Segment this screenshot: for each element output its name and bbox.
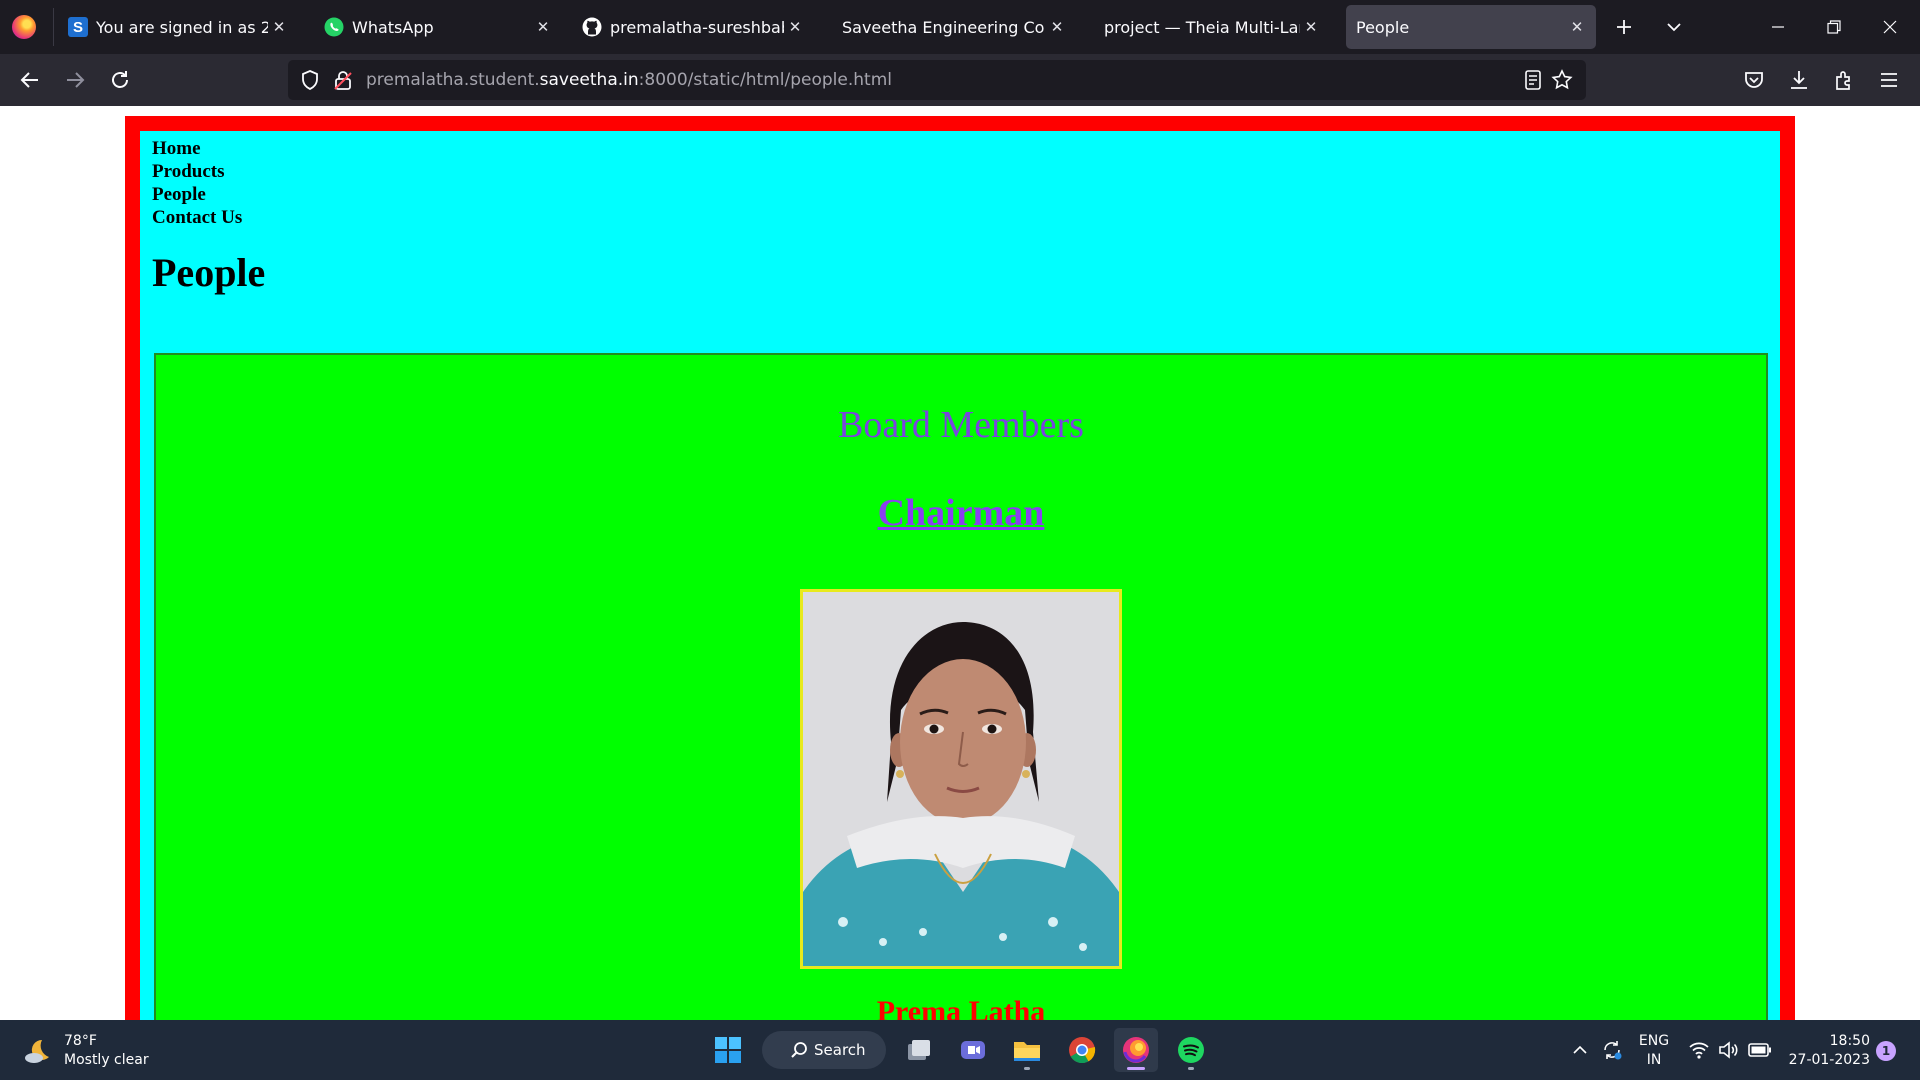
url-text: premalatha.student.saveetha.in:8000/stat… <box>366 70 892 90</box>
close-tab-icon[interactable]: ✕ <box>1300 18 1322 36</box>
downloads-icon[interactable] <box>1781 62 1817 98</box>
tab-separator <box>53 8 54 46</box>
page-viewport: Home Products People Contact Us People B… <box>0 106 1920 1020</box>
battery-icon[interactable] <box>1746 1020 1774 1080</box>
input-language-indicator[interactable]: ENG IN <box>1636 1032 1672 1070</box>
close-tab-icon[interactable]: ✕ <box>784 18 806 36</box>
reload-icon[interactable] <box>102 62 138 98</box>
whatsapp-icon <box>324 17 344 37</box>
list-all-tabs-chevron-icon[interactable] <box>1654 5 1694 49</box>
spotify-icon[interactable] <box>1169 1028 1213 1072</box>
s-letter-icon: S <box>68 17 88 37</box>
tab-title: project — Theia Multi-Language <box>1104 17 1300 37</box>
wifi-icon[interactable] <box>1686 1020 1712 1080</box>
reader-view-icon[interactable] <box>1521 68 1545 92</box>
system-clock[interactable]: 18:50 27-01-2023 <box>1780 1032 1870 1070</box>
close-tab-icon[interactable]: ✕ <box>268 18 290 36</box>
chairman-link[interactable]: Chairman <box>878 492 1045 534</box>
weather-temperature: 78°F <box>64 1033 97 1049</box>
forward-arrow-icon[interactable] <box>57 62 93 98</box>
url-bar[interactable]: premalatha.student.saveetha.in:8000/stat… <box>288 60 1586 100</box>
sync-icon[interactable] <box>1598 1020 1626 1080</box>
board-members-panel: Board Members Chairman Prema Latha <box>154 353 1768 1020</box>
nav-link-products[interactable]: Products <box>152 160 242 183</box>
page-container: Home Products People Contact Us People B… <box>125 116 1795 1020</box>
github-icon <box>582 17 602 37</box>
tab-title: Saveetha Engineering College <box>842 17 1046 37</box>
firefox-icon[interactable] <box>1114 1028 1158 1072</box>
tab-title: You are signed in as 2200939 <box>96 17 268 37</box>
member-photo <box>800 589 1122 969</box>
tab-github[interactable]: premalatha-sureshbabu/project ✕ <box>574 5 814 49</box>
moon-cloud-icon <box>25 1039 49 1063</box>
taskbar-search[interactable]: Search <box>762 1031 886 1069</box>
volume-icon[interactable] <box>1716 1020 1742 1080</box>
firefox-menu-icon[interactable] <box>12 15 36 39</box>
task-view-icon[interactable] <box>897 1028 941 1072</box>
member-name: Prema Latha <box>876 995 1046 1020</box>
close-tab-icon[interactable]: ✕ <box>532 18 554 36</box>
tab-title: WhatsApp <box>352 17 434 37</box>
new-tab-plus-icon[interactable] <box>1604 5 1644 49</box>
svg-text:S: S <box>73 19 83 36</box>
site-nav: Home Products People Contact Us <box>152 137 242 229</box>
browser-tab-bar: S You are signed in as 2200939 ✕ WhatsAp… <box>0 0 1920 54</box>
tab-saveetha[interactable]: Saveetha Engineering College ✕ <box>832 5 1076 49</box>
weather-condition: Mostly clear <box>64 1052 149 1068</box>
tab-title: premalatha-sureshbabu/project <box>610 17 784 37</box>
notification-badge[interactable]: 1 <box>1876 1041 1896 1061</box>
tab-whatsapp[interactable]: WhatsApp ✕ <box>316 5 562 49</box>
tab-signed-in[interactable]: S You are signed in as 2200939 ✕ <box>60 5 298 49</box>
shield-icon[interactable] <box>298 68 322 92</box>
tab-people[interactable]: People ✕ <box>1346 5 1596 49</box>
weather-widget[interactable]: 78°F Mostly clear <box>24 1032 149 1070</box>
restore-icon[interactable] <box>1806 0 1862 54</box>
show-hidden-icons-chevron-icon[interactable] <box>1568 1020 1592 1080</box>
tab-theia-project[interactable]: project — Theia Multi-Language ✕ <box>1088 5 1330 49</box>
page-title: People <box>152 250 266 295</box>
nav-link-contact-us[interactable]: Contact Us <box>152 206 242 229</box>
chrome-icon[interactable] <box>1060 1028 1104 1072</box>
hamburger-menu-icon[interactable] <box>1871 62 1907 98</box>
nav-link-people[interactable]: People <box>152 183 242 206</box>
section-title: Board Members <box>838 404 1084 446</box>
clock-time: 18:50 <box>1829 1033 1870 1049</box>
insecure-lock-icon[interactable] <box>331 68 355 92</box>
search-label: Search <box>814 1041 866 1059</box>
minimize-icon[interactable] <box>1750 0 1806 54</box>
browser-nav-bar: premalatha.student.saveetha.in:8000/stat… <box>0 54 1920 106</box>
tab-title: People <box>1356 17 1410 37</box>
role-heading: Chairman <box>156 491 1766 535</box>
clock-date: 27-01-2023 <box>1788 1052 1870 1068</box>
member-portrait-image <box>803 592 1119 966</box>
close-tab-icon[interactable]: ✕ <box>1566 18 1588 36</box>
file-explorer-icon[interactable] <box>1005 1028 1049 1072</box>
teams-chat-icon[interactable] <box>951 1028 995 1072</box>
close-tab-icon[interactable]: ✕ <box>1046 18 1068 36</box>
pocket-icon[interactable] <box>1736 62 1772 98</box>
windows-start-icon[interactable] <box>706 1028 750 1072</box>
search-icon <box>791 1042 807 1058</box>
extensions-icon[interactable] <box>1826 62 1862 98</box>
bookmark-star-icon[interactable] <box>1550 68 1574 92</box>
back-arrow-icon[interactable] <box>12 62 48 98</box>
windows-taskbar: 78°F Mostly clear Search ENG IN 18:50 27… <box>0 1020 1920 1080</box>
nav-link-home[interactable]: Home <box>152 137 242 160</box>
close-window-icon[interactable] <box>1862 0 1918 54</box>
